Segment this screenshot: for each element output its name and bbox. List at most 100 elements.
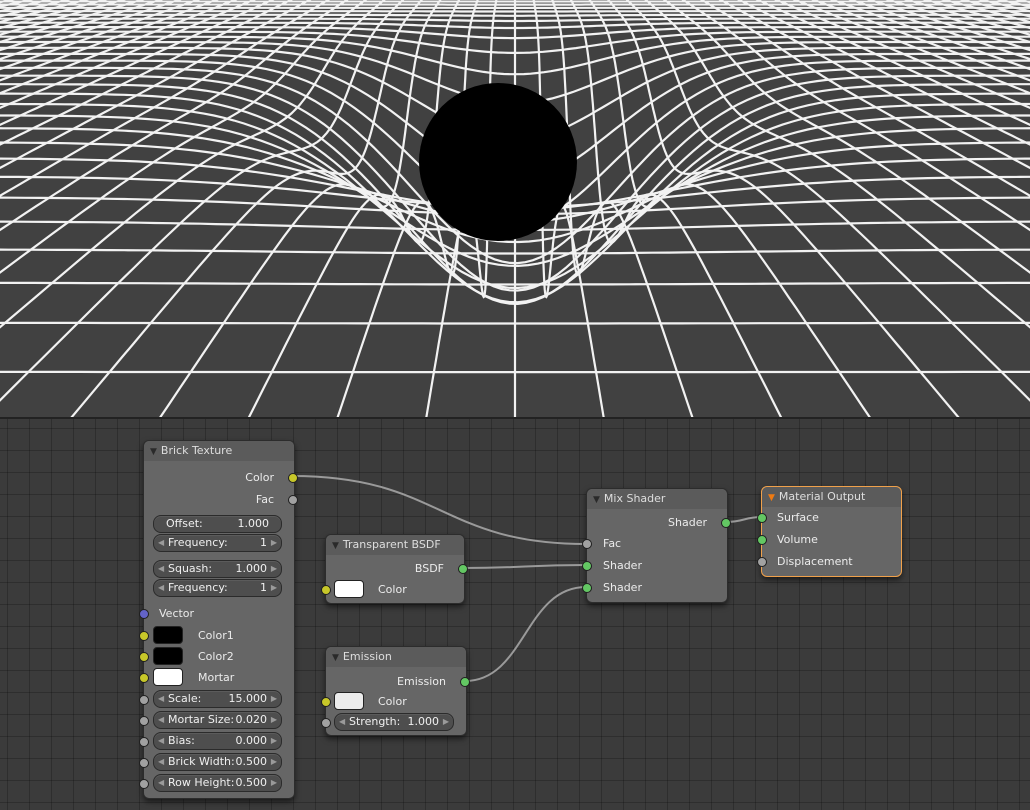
node-header[interactable]: ▼ Transparent BSDF xyxy=(326,535,464,555)
bias-field[interactable]: ◀ Bias: 0.000 ▶ xyxy=(153,732,282,750)
row-height-field[interactable]: ◀ Row Height: 0.500 ▶ xyxy=(153,774,282,792)
increment-arrow-icon[interactable]: ▶ xyxy=(271,691,277,707)
node-title: Mix Shader xyxy=(603,492,666,505)
brick-width-input-socket[interactable] xyxy=(139,758,149,768)
color2-input-socket[interactable] xyxy=(139,652,149,662)
scale-field[interactable]: ◀ Scale: 15.000 ▶ xyxy=(153,690,282,708)
strength-input-socket[interactable] xyxy=(321,718,331,728)
collapse-arrow-icon[interactable]: ▼ xyxy=(150,442,157,462)
bsdf-output-socket[interactable] xyxy=(458,564,468,574)
warped-grid-render xyxy=(0,0,1030,417)
surface-input-socket[interactable] xyxy=(757,513,767,523)
row-height-input-socket[interactable] xyxy=(139,779,149,789)
field-label: Offset: xyxy=(166,517,203,530)
field-label: Strength: xyxy=(349,715,401,728)
decrement-arrow-icon[interactable]: ◀ xyxy=(158,535,164,551)
decrement-arrow-icon[interactable]: ◀ xyxy=(158,754,164,770)
increment-arrow-icon[interactable]: ▶ xyxy=(271,754,277,770)
increment-arrow-icon[interactable]: ▶ xyxy=(271,580,277,596)
grid-line xyxy=(978,0,1030,417)
increment-arrow-icon[interactable]: ▶ xyxy=(271,561,277,577)
node-header[interactable]: ▼ Material Output xyxy=(762,487,901,507)
decrement-arrow-icon[interactable]: ◀ xyxy=(158,775,164,791)
black-sphere xyxy=(419,83,577,241)
squash-field[interactable]: ◀ Squash: 1.000 ▶ xyxy=(153,560,282,578)
grid-line xyxy=(955,0,1030,417)
node-title: Material Output xyxy=(778,490,866,503)
decrement-arrow-icon[interactable]: ◀ xyxy=(158,580,164,596)
decrement-arrow-icon[interactable]: ◀ xyxy=(339,714,345,730)
mortar-size-field[interactable]: ◀ Mortar Size: 0.020 ▶ xyxy=(153,711,282,729)
frequency-field[interactable]: ◀ Frequency: 1 ▶ xyxy=(153,534,282,552)
collapse-arrow-icon[interactable]: ▼ xyxy=(332,648,339,668)
node-title: Brick Texture xyxy=(160,444,233,457)
increment-arrow-icon[interactable]: ▶ xyxy=(443,714,449,730)
displacement-input-socket[interactable] xyxy=(757,557,767,567)
input-label-color: Color xyxy=(378,695,407,708)
collapse-arrow-icon[interactable]: ▼ xyxy=(768,488,775,508)
shader1-input-socket[interactable] xyxy=(582,561,592,571)
color1-swatch[interactable] xyxy=(153,626,183,644)
grid-line xyxy=(0,0,145,44)
increment-arrow-icon[interactable]: ▶ xyxy=(271,775,277,791)
field-label: Scale: xyxy=(168,692,202,705)
shader2-input-socket[interactable] xyxy=(582,583,592,593)
mortar-size-input-socket[interactable] xyxy=(139,716,149,726)
decrement-arrow-icon[interactable]: ◀ xyxy=(158,561,164,577)
transparent-bsdf-node[interactable]: ▼ Transparent BSDF BSDF Color xyxy=(321,534,468,604)
field-value: 1.000 xyxy=(407,715,440,728)
increment-arrow-icon[interactable]: ▶ xyxy=(271,712,277,728)
link-emission-to-shader2 xyxy=(464,586,587,682)
mortar-swatch[interactable] xyxy=(153,668,183,686)
bias-input-socket[interactable] xyxy=(139,737,149,747)
shader-output-socket[interactable] xyxy=(721,518,731,528)
color2-swatch[interactable] xyxy=(153,647,183,665)
field-label: Brick Width: xyxy=(168,755,235,768)
collapse-arrow-icon[interactable]: ▼ xyxy=(593,490,600,510)
mix-shader-node[interactable]: ▼ Mix Shader Shader Fac Shader Shader xyxy=(582,488,731,603)
input-label-vector: Vector xyxy=(159,607,195,620)
color-input-socket[interactable] xyxy=(321,585,331,595)
color-swatch[interactable] xyxy=(334,692,364,710)
increment-arrow-icon[interactable]: ▶ xyxy=(271,535,277,551)
field-label: Mortar Size: xyxy=(168,713,235,726)
decrement-arrow-icon[interactable]: ◀ xyxy=(158,691,164,707)
material-output-node[interactable]: ▼ Material Output Surface Volume Displace… xyxy=(757,486,902,577)
field-value: 1 xyxy=(260,536,267,549)
scale-input-socket[interactable] xyxy=(139,695,149,705)
mortar-input-socket[interactable] xyxy=(139,673,149,683)
input-label-color1: Color1 xyxy=(198,629,234,642)
decrement-arrow-icon[interactable]: ◀ xyxy=(158,733,164,749)
emission-node[interactable]: ▼ Emission Emission Color ◀ Strength: 1.0… xyxy=(321,646,470,736)
3d-viewport[interactable] xyxy=(0,0,1030,417)
emission-output-socket[interactable] xyxy=(460,677,470,687)
field-label: Squash: xyxy=(168,562,213,575)
color-input-socket[interactable] xyxy=(321,697,331,707)
vector-input-socket[interactable] xyxy=(139,609,149,619)
increment-arrow-icon[interactable]: ▶ xyxy=(271,733,277,749)
squash-frequency-field[interactable]: ◀ Frequency: 1 ▶ xyxy=(153,579,282,597)
brick-texture-node[interactable]: ▼ Brick Texture Color Fac Offset: 1.000 ◀… xyxy=(139,440,298,799)
offset-field[interactable]: Offset: 1.000 xyxy=(153,515,282,533)
grid-line xyxy=(0,0,219,82)
node-editor[interactable]: ▼ Brick Texture Color Fac Offset: 1.000 ◀… xyxy=(0,419,1030,810)
input-label-color: Color xyxy=(378,583,407,596)
decrement-arrow-icon[interactable]: ◀ xyxy=(158,712,164,728)
strength-field[interactable]: ◀ Strength: 1.000 ▶ xyxy=(334,713,454,731)
color-output-socket[interactable] xyxy=(288,473,298,483)
input-label-volume: Volume xyxy=(777,533,818,546)
fac-input-socket[interactable] xyxy=(582,539,592,549)
brick-width-field[interactable]: ◀ Brick Width: 0.500 ▶ xyxy=(153,753,282,771)
volume-input-socket[interactable] xyxy=(757,535,767,545)
grid-line xyxy=(0,0,76,417)
node-header[interactable]: ▼ Emission xyxy=(326,647,466,667)
color1-input-socket[interactable] xyxy=(139,631,149,641)
field-value: 0.500 xyxy=(235,755,268,768)
field-value: 0.500 xyxy=(235,776,268,789)
color-swatch[interactable] xyxy=(334,580,364,598)
node-header[interactable]: ▼ Mix Shader xyxy=(587,489,727,509)
grid-line xyxy=(588,0,871,417)
collapse-arrow-icon[interactable]: ▼ xyxy=(332,536,339,556)
node-header[interactable]: ▼ Brick Texture xyxy=(144,441,294,461)
fac-output-socket[interactable] xyxy=(288,495,298,505)
